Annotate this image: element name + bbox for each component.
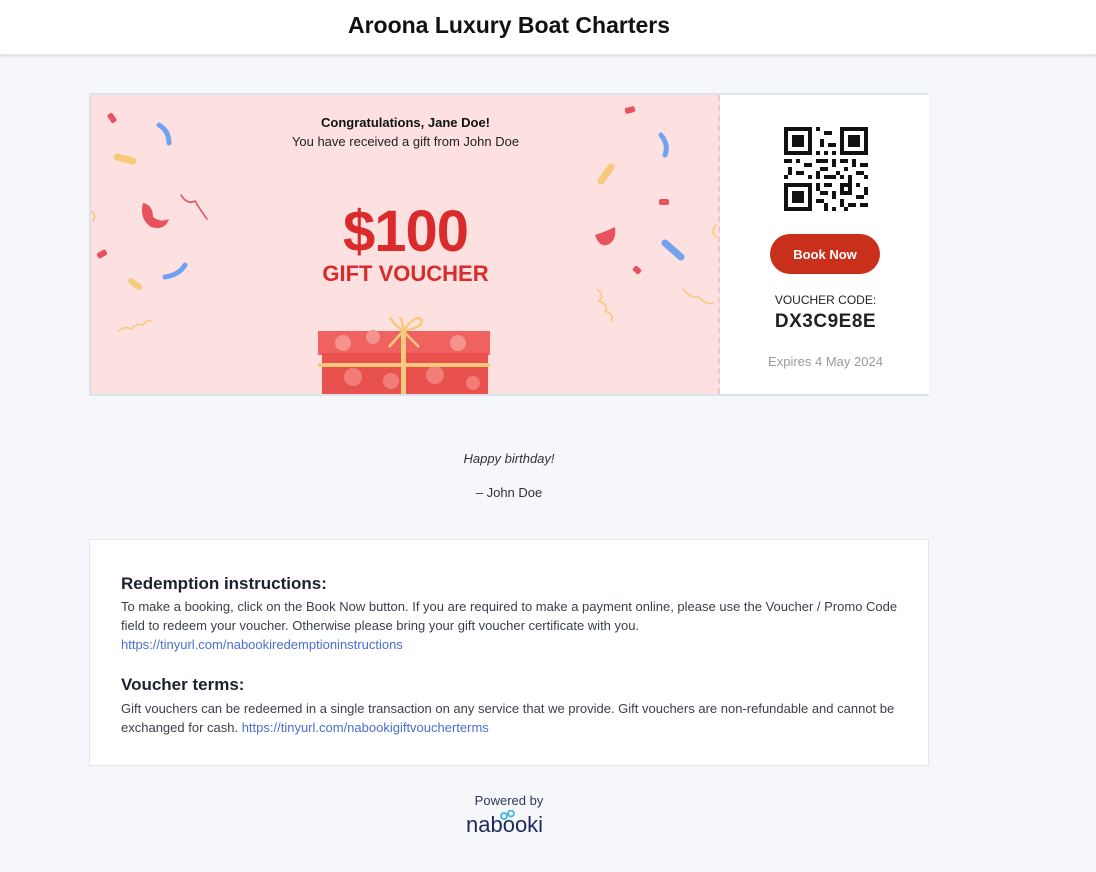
voucher-terms-link[interactable]: https://tinyurl.com/nabookigiftvoucherte…: [242, 720, 489, 735]
redemption-heading: Redemption instructions:: [121, 574, 327, 593]
gift-voucher-card: Congratulations, Jane Doe! You have rece…: [89, 93, 929, 396]
voucher-left-panel: Congratulations, Jane Doe! You have rece…: [91, 95, 720, 394]
voucher-right-panel: Book Now VOUCHER CODE: DX3C9E8E Expires …: [722, 95, 929, 394]
voucher-code: DX3C9E8E: [774, 311, 877, 332]
redemption-text: To make a booking, click on the Book Now…: [121, 597, 911, 654]
voucher-type-label: GIFT VOUCHER: [322, 261, 489, 286]
gift-message: Happy birthday!: [463, 451, 555, 466]
gift-box-icon: [318, 317, 490, 394]
svg-text:nabooki: nabooki: [466, 812, 543, 837]
expiry-date: Expires 4 May 2024: [768, 354, 883, 369]
redemption-link[interactable]: https://tinyurl.com/nabookiredemptionins…: [121, 637, 403, 652]
voucher-amount: $100: [342, 199, 469, 264]
gift-signature: – John Doe: [475, 485, 543, 500]
top-bar: Aroona Luxury Boat Charters: [0, 0, 1096, 55]
voucher-terms-heading: Voucher terms:: [121, 675, 245, 694]
perforation-divider: [718, 95, 720, 394]
voucher-terms-text: Gift vouchers can be redeemed in a singl…: [121, 699, 911, 737]
gift-from-text: You have received a gift from John Doe: [291, 134, 520, 149]
business-title: Aroona Luxury Boat Charters: [347, 12, 671, 38]
congratulations-text: Congratulations, Jane Doe!: [320, 115, 491, 130]
powered-by-label: Powered by: [474, 793, 544, 808]
book-now-button[interactable]: Book Now: [770, 234, 880, 274]
terms-panel: Redemption instructions: To make a booki…: [89, 539, 929, 766]
qr-code-icon: [784, 127, 868, 211]
nabooki-logo[interactable]: nabooki: [466, 810, 554, 838]
voucher-code-label: VOUCHER CODE:: [774, 293, 877, 307]
voucher-terms-body: Gift vouchers can be redeemed in a singl…: [121, 701, 895, 735]
redemption-body: To make a booking, click on the Book Now…: [121, 599, 898, 633]
